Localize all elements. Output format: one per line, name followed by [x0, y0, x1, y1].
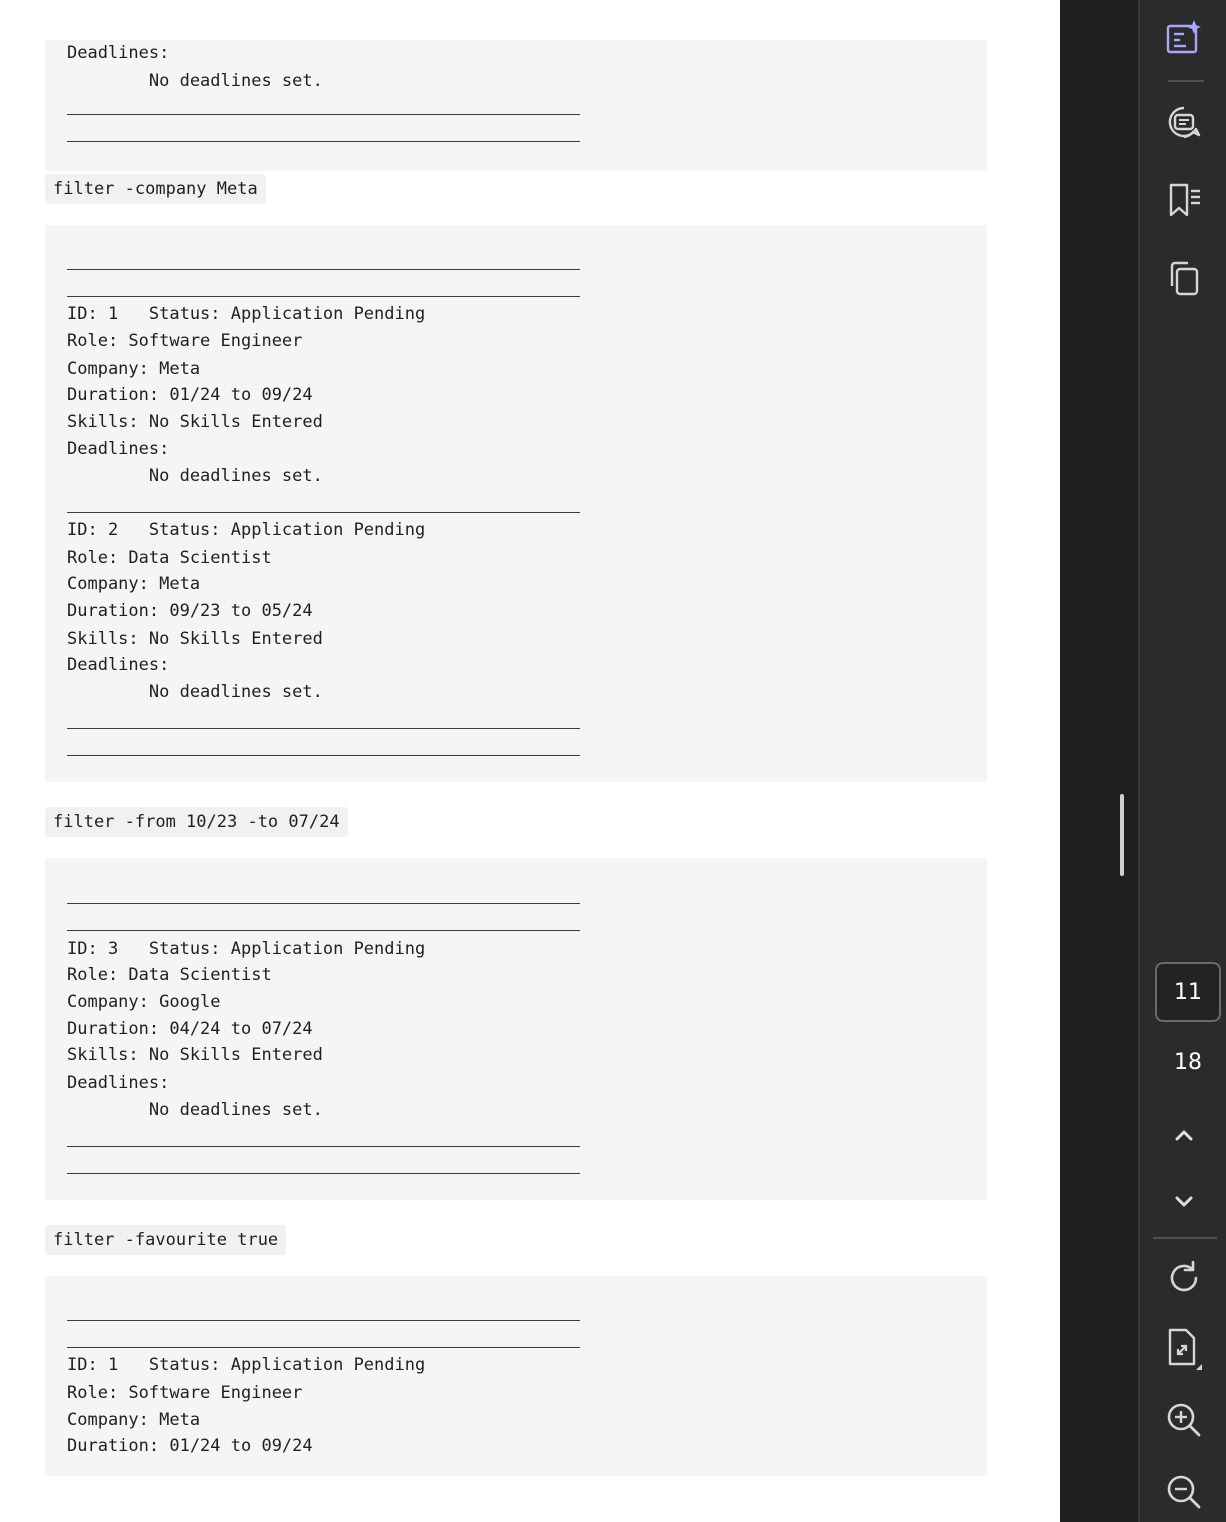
code-line: ID: 2 Status: Application Pending	[67, 520, 426, 540]
rotate-icon	[1170, 1260, 1198, 1292]
code-line: ID: 1 Status: Application Pending	[67, 304, 426, 324]
code-line: Role: Data Scientist	[67, 965, 272, 985]
toolbar-separator	[1153, 1237, 1217, 1239]
code-line: Company: Meta	[67, 359, 201, 379]
code-line: Deadlines:	[67, 1073, 170, 1093]
code-block-output-2: ID: 3 Status: Application Pending Role: …	[45, 858, 987, 1200]
separator-line	[67, 728, 580, 729]
code-line: No deadlines set.	[67, 1100, 323, 1120]
chevron-up-icon	[1175, 1130, 1193, 1141]
ai-summary-button[interactable]	[1158, 12, 1210, 64]
code-line: Deadlines:	[67, 43, 170, 63]
code-line: Deadlines:	[67, 655, 170, 675]
page-fit-button[interactable]	[1158, 1322, 1210, 1374]
separator-line	[67, 903, 580, 904]
code-line: Duration: 01/24 to 09/24	[67, 385, 313, 405]
code-line: Duration: 04/24 to 07/24	[67, 1019, 313, 1039]
code-line: Skills: No Skills Entered	[67, 629, 323, 649]
toolbar-separator	[1168, 80, 1204, 82]
separator-line	[67, 755, 580, 756]
command-filter-date-range: filter -from 10/23 -to 07/24	[45, 807, 348, 837]
bookmarks-button[interactable]	[1158, 174, 1210, 226]
code-line: Company: Meta	[67, 1410, 201, 1430]
separator-line	[67, 1173, 580, 1174]
zoom-out-icon	[1167, 1475, 1201, 1509]
code-line: Role: Data Scientist	[67, 548, 272, 568]
total-pages-label: 18	[1174, 1049, 1202, 1075]
command-filter-favourite: filter -favourite true	[45, 1225, 287, 1255]
zoom-in-icon	[1167, 1403, 1201, 1437]
code-line: Company: Google	[67, 992, 221, 1012]
code-line: Deadlines:	[67, 439, 170, 459]
code-line: Skills: No Skills Entered	[67, 412, 323, 432]
separator-line	[67, 141, 580, 142]
copy-pages-button[interactable]	[1158, 252, 1210, 304]
comment-button[interactable]	[1158, 97, 1210, 149]
separator-line	[67, 296, 580, 297]
ai-summary-icon	[1166, 20, 1201, 54]
code-line: Duration: 01/24 to 09/24	[67, 1436, 313, 1456]
rotate-button[interactable]	[1158, 1252, 1210, 1304]
separator-line	[67, 1347, 580, 1348]
code-line: Company: Meta	[67, 574, 201, 594]
command-filter-company: filter -company Meta	[45, 174, 266, 204]
code-line: No deadlines set.	[67, 71, 323, 91]
current-page-input[interactable]: 11	[1155, 962, 1221, 1022]
code-line: Duration: 09/23 to 05/24	[67, 601, 313, 621]
code-block-output-1: ID: 1 Status: Application Pending Role: …	[45, 225, 987, 782]
code-line: ID: 3 Status: Application Pending	[67, 939, 426, 959]
bookmarks-icon	[1169, 183, 1200, 217]
separator-line	[67, 269, 580, 270]
zoom-out-button[interactable]	[1158, 1466, 1210, 1518]
chevron-down-icon	[1175, 1196, 1193, 1207]
separator-line	[67, 1320, 580, 1321]
page-fit-icon	[1168, 1328, 1202, 1370]
side-toolbar: 11 18	[1140, 0, 1226, 1522]
code-line: No deadlines set.	[67, 466, 323, 486]
separator-line	[67, 512, 580, 513]
code-block-output-0: Deadlines: No deadlines set.	[45, 40, 987, 171]
code-line: Role: Software Engineer	[67, 331, 303, 351]
code-line: Role: Software Engineer	[67, 1383, 303, 1403]
scrollbar-thumb[interactable]	[1120, 794, 1124, 876]
separator-line	[67, 930, 580, 931]
comment-icon	[1168, 106, 1201, 139]
separator-line	[67, 114, 580, 115]
code-line: ID: 1 Status: Application Pending	[67, 1355, 426, 1375]
code-line: No deadlines set.	[67, 682, 323, 702]
previous-page-button[interactable]	[1158, 1109, 1210, 1161]
copy-pages-icon	[1170, 261, 1199, 296]
zoom-in-button[interactable]	[1158, 1394, 1210, 1446]
code-block-output-3: ID: 1 Status: Application Pending Role: …	[45, 1276, 987, 1476]
separator-line	[67, 1146, 580, 1147]
next-page-button[interactable]	[1158, 1176, 1210, 1228]
code-line: Skills: No Skills Entered	[67, 1045, 323, 1065]
document-view: Deadlines: No deadlines set. filter -com…	[0, 0, 1060, 1522]
scroll-gutter	[1060, 0, 1138, 1522]
